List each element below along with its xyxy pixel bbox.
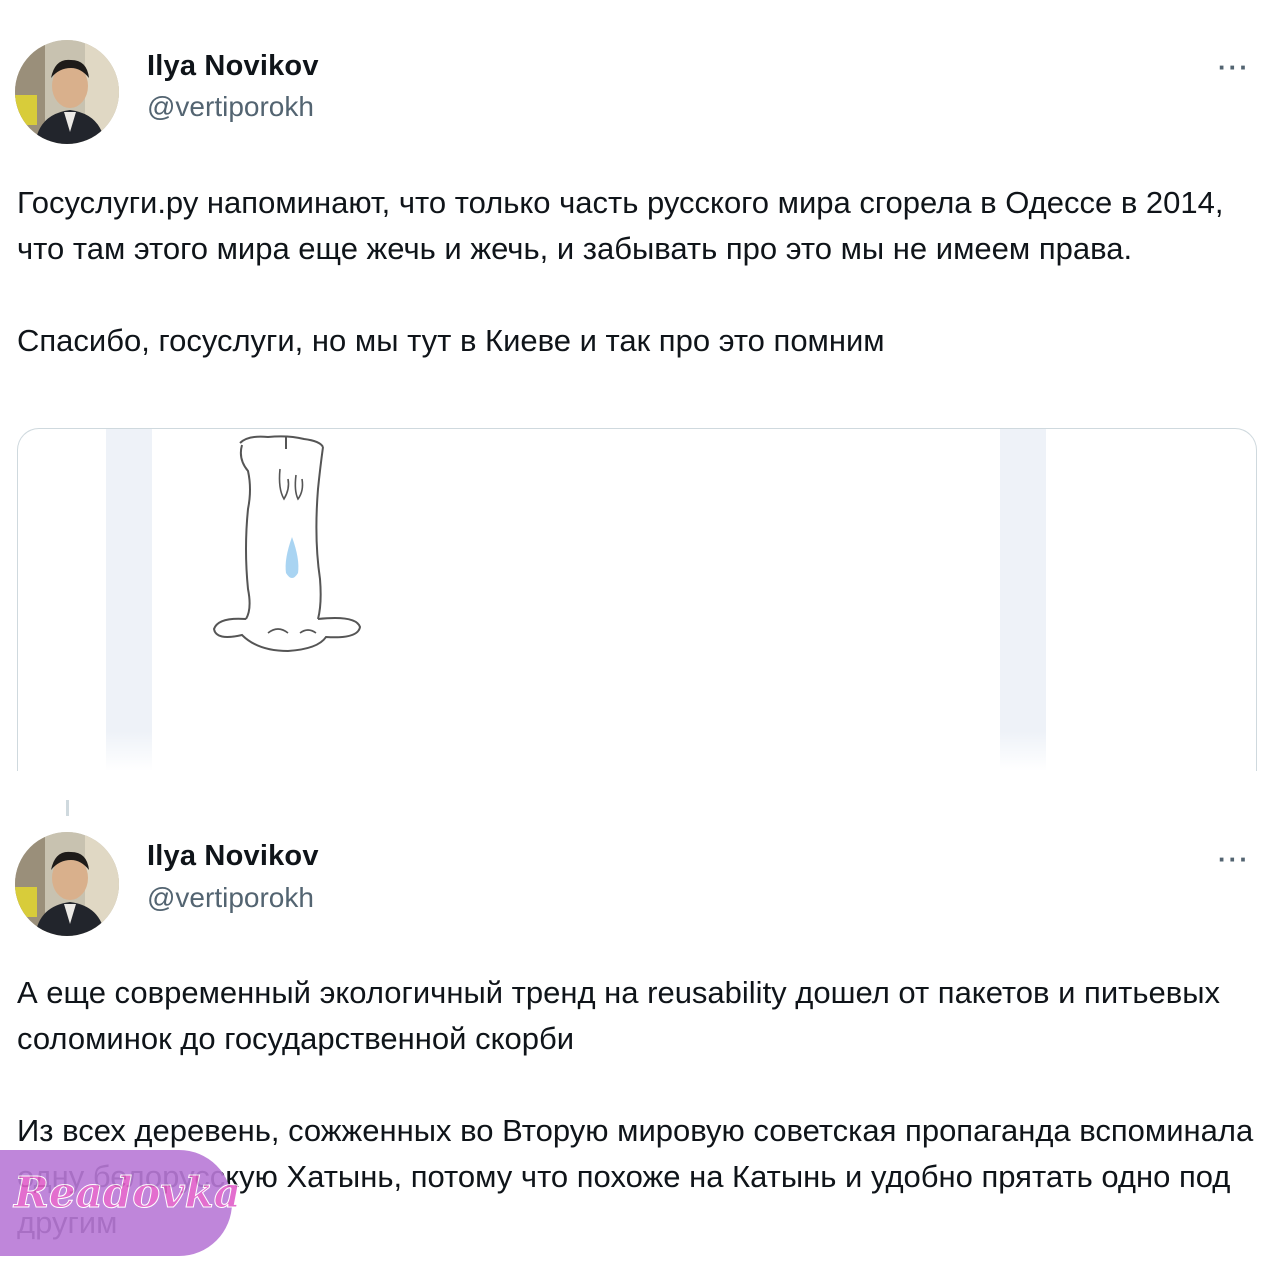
tweet-paragraph: Госуслуги.ру напоминают, что только част… [17,185,1224,266]
author-name[interactable]: Ilya Novikov [147,50,319,83]
avatar-photo [15,40,119,144]
avatar[interactable] [15,832,119,936]
tweet-text: Госуслуги.ру напоминают, что только част… [17,180,1257,364]
candle-icon [212,435,362,653]
avatar[interactable] [15,40,119,144]
tweet-media[interactable] [17,428,1257,771]
watermark-logo: Readovka [0,1150,241,1256]
author-handle[interactable]: @vertiporokh [147,91,314,123]
watermark-text: Readovka [14,1168,242,1218]
media-border-strip [106,429,152,771]
avatar-photo [15,832,119,936]
tweet-1[interactable]: Ilya Novikov @vertiporokh ··· Госуслуги.… [0,0,1280,771]
author-handle[interactable]: @vertiporokh [147,882,314,914]
tweet-paragraph: А еще современный экологичный тренд на r… [17,975,1220,1056]
more-options-icon[interactable]: ··· [1218,52,1250,83]
tweet-paragraph: Спасибо, госуслуги, но мы тут в Киеве и … [17,323,885,358]
media-fade [18,731,1256,771]
more-options-icon[interactable]: ··· [1218,844,1250,875]
media-border-strip [1000,429,1046,771]
author-name[interactable]: Ilya Novikov [147,840,319,873]
